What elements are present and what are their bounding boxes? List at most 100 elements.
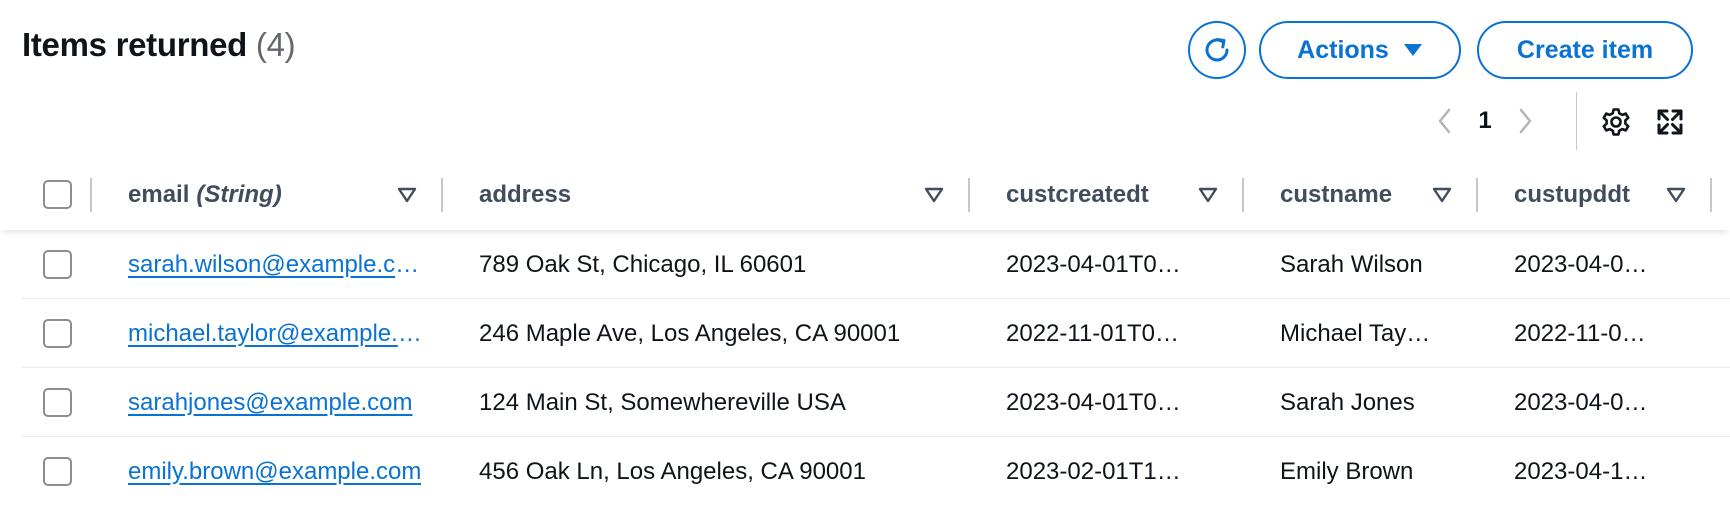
email-link[interactable]: emily.brown@example.com bbox=[128, 458, 421, 486]
expand-icon bbox=[1657, 109, 1683, 135]
address-text: 789 Oak St, Chicago, IL 60601 bbox=[479, 250, 807, 278]
sort-triangle-icon bbox=[924, 187, 944, 203]
custupddt-cell: 2023-04-1… bbox=[1514, 437, 1714, 506]
sort-custname-button[interactable] bbox=[1429, 182, 1455, 208]
email-link[interactable]: michael.taylor@example.com bbox=[128, 320, 423, 348]
actions-dropdown-button[interactable]: Actions bbox=[1259, 21, 1461, 79]
custname-cell: Michael Tay… bbox=[1280, 299, 1480, 368]
column-resizer[interactable] bbox=[441, 178, 443, 212]
select-all-checkbox[interactable] bbox=[43, 180, 72, 209]
custupddt-text: 2023-04-1… bbox=[1514, 457, 1648, 485]
custupddt-cell: 2022-11-0… bbox=[1514, 299, 1714, 368]
email-cell[interactable]: michael.taylor@example.com bbox=[128, 299, 423, 368]
email-link[interactable]: sarahjones@example.com bbox=[128, 389, 413, 417]
custname-cell: Sarah Jones bbox=[1280, 368, 1480, 437]
pagination: 1 bbox=[1425, 96, 1545, 146]
chevron-left-icon bbox=[1438, 108, 1451, 134]
address-text: 456 Oak Ln, Los Angeles, CA 90001 bbox=[479, 457, 866, 485]
custupddt-text: 2022-11-0… bbox=[1514, 319, 1646, 347]
custupddt-text: 2023-04-0… bbox=[1514, 388, 1648, 416]
email-link[interactable]: sarah.wilson@example.com bbox=[128, 251, 423, 279]
address-cell: 246 Maple Ave, Los Angeles, CA 90001 bbox=[479, 299, 979, 368]
address-text: 246 Maple Ave, Los Angeles, CA 90001 bbox=[479, 319, 901, 347]
sort-custupddt-button[interactable] bbox=[1663, 182, 1689, 208]
custcreatedt-cell: 2023-04-01T0… bbox=[1006, 230, 1236, 299]
address-cell: 456 Oak Ln, Los Angeles, CA 90001 bbox=[479, 437, 979, 506]
custupddt-cell: 2023-04-0… bbox=[1514, 368, 1714, 437]
column-header-custcreatedt[interactable]: custcreatedt bbox=[1006, 160, 1149, 230]
item-count: (4) bbox=[255, 26, 296, 63]
toolbar-divider bbox=[1576, 92, 1577, 150]
create-item-button[interactable]: Create item bbox=[1477, 21, 1693, 79]
custname-cell: Emily Brown bbox=[1280, 437, 1480, 506]
column-type: (String) bbox=[196, 181, 282, 208]
create-item-label: Create item bbox=[1516, 35, 1654, 64]
column-resizer[interactable] bbox=[1476, 178, 1478, 212]
custname-text: Sarah Wilson bbox=[1280, 250, 1423, 278]
custname-text: Sarah Jones bbox=[1280, 388, 1415, 416]
email-cell[interactable]: emily.brown@example.com bbox=[128, 437, 423, 506]
row-checkbox[interactable] bbox=[43, 457, 72, 486]
column-header-custupddt[interactable]: custupddt bbox=[1514, 160, 1630, 230]
next-page-button[interactable] bbox=[1505, 101, 1545, 141]
sort-triangle-icon bbox=[397, 187, 417, 203]
column-resizer[interactable] bbox=[968, 178, 970, 212]
custcreatedt-cell: 2023-02-01T1… bbox=[1006, 437, 1236, 506]
custcreatedt-text: 2023-04-01T0… bbox=[1006, 250, 1181, 278]
sort-address-button[interactable] bbox=[921, 182, 947, 208]
custname-text: Michael Tay… bbox=[1280, 319, 1431, 347]
column-title: custcreatedt bbox=[1006, 181, 1149, 208]
items-panel: Items returned (4) Actions Create item 1 bbox=[0, 0, 1730, 514]
column-title: custname bbox=[1280, 181, 1393, 208]
column-title: email bbox=[128, 181, 190, 208]
custupddt-cell: 2023-04-0… bbox=[1514, 230, 1714, 299]
caret-down-icon bbox=[1403, 44, 1422, 56]
actions-label: Actions bbox=[1297, 35, 1389, 64]
sort-triangle-icon bbox=[1198, 187, 1218, 203]
refresh-button[interactable] bbox=[1188, 21, 1246, 79]
column-title: custupddt bbox=[1514, 181, 1630, 208]
custcreatedt-cell: 2023-04-01T0… bbox=[1006, 368, 1236, 437]
sort-custcreatedt-button[interactable] bbox=[1195, 182, 1221, 208]
custcreatedt-cell: 2022-11-01T0… bbox=[1006, 299, 1236, 368]
refresh-icon bbox=[1205, 38, 1229, 62]
custname-text: Emily Brown bbox=[1280, 457, 1414, 485]
column-resizer[interactable] bbox=[1242, 178, 1244, 212]
custupddt-text: 2023-04-0… bbox=[1514, 250, 1648, 278]
sort-triangle-icon bbox=[1432, 187, 1452, 203]
custcreatedt-text: 2023-04-01T0… bbox=[1006, 388, 1181, 416]
column-title: address bbox=[479, 181, 572, 208]
address-text: 124 Main St, Somewhereville USA bbox=[479, 388, 846, 416]
column-header-address[interactable]: address bbox=[479, 160, 571, 230]
custname-cell: Sarah Wilson bbox=[1280, 230, 1480, 299]
sort-triangle-icon bbox=[1666, 187, 1686, 203]
address-cell: 124 Main St, Somewhereville USA bbox=[479, 368, 979, 437]
table-settings-button[interactable] bbox=[1598, 104, 1634, 140]
sort-email-button[interactable] bbox=[394, 182, 420, 208]
page-title: Items returned (4) bbox=[22, 26, 296, 64]
fullscreen-button[interactable] bbox=[1652, 104, 1688, 140]
table-row: sarahjones@example.com 124 Main St, Some… bbox=[22, 368, 1730, 437]
chevron-right-icon bbox=[1519, 108, 1532, 134]
table-row: sarah.wilson@example.com 789 Oak St, Chi… bbox=[22, 230, 1730, 299]
table-row: emily.brown@example.com 456 Oak Ln, Los … bbox=[22, 437, 1730, 506]
column-header-email[interactable]: email (String) bbox=[128, 160, 282, 230]
previous-page-button[interactable] bbox=[1425, 101, 1465, 141]
row-checkbox[interactable] bbox=[43, 250, 72, 279]
column-resizer[interactable] bbox=[1710, 178, 1712, 212]
table-header: email (String) address custcreatedt cust… bbox=[0, 160, 1730, 230]
row-checkbox[interactable] bbox=[43, 388, 72, 417]
row-checkbox[interactable] bbox=[43, 319, 72, 348]
gear-icon bbox=[1602, 108, 1630, 136]
title-text: Items returned bbox=[22, 26, 248, 63]
email-cell[interactable]: sarahjones@example.com bbox=[128, 368, 423, 437]
custcreatedt-text: 2023-02-01T1… bbox=[1006, 457, 1181, 485]
column-separator bbox=[90, 178, 92, 212]
table-body: sarah.wilson@example.com 789 Oak St, Chi… bbox=[0, 230, 1730, 506]
email-cell[interactable]: sarah.wilson@example.com bbox=[128, 230, 423, 299]
page-number-1[interactable]: 1 bbox=[1465, 107, 1505, 135]
custcreatedt-text: 2022-11-01T0… bbox=[1006, 319, 1179, 347]
column-header-custname[interactable]: custname bbox=[1280, 160, 1392, 230]
address-cell: 789 Oak St, Chicago, IL 60601 bbox=[479, 230, 979, 299]
table-row: michael.taylor@example.com 246 Maple Ave… bbox=[22, 299, 1730, 368]
